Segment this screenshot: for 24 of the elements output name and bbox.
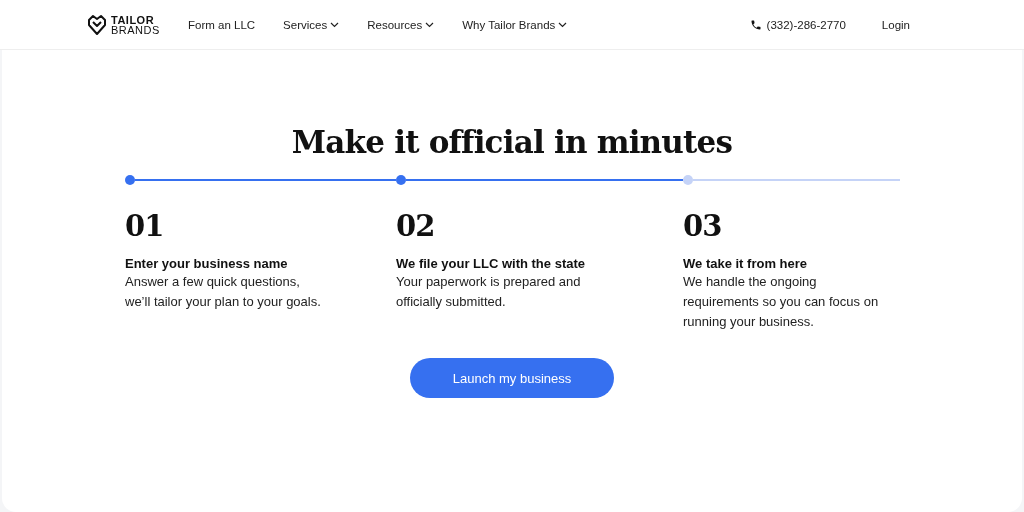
chevron-down-icon [330, 21, 340, 28]
step-title: We take it from here [683, 256, 809, 271]
step-number: 01 [125, 208, 165, 244]
step-description: Your paperwork is prepared and officially submitted. [396, 273, 582, 311]
nav-link[interactable]: Form an LLC [188, 18, 256, 31]
step-number: 03 [683, 208, 723, 244]
nav-link[interactable]: Resources [367, 18, 435, 31]
nav-link[interactable]: Why Tailor Brands [462, 18, 568, 31]
heart-crest-icon [86, 13, 108, 36]
chevron-down-icon [425, 21, 435, 28]
logo-wordmark[interactable]: TAILOR [111, 14, 160, 25]
launch-button[interactable]: Launch my business [410, 358, 614, 398]
login-link[interactable]: Login [881, 18, 910, 31]
section-heading: Make it official in minutes [291, 124, 733, 160]
step-title: Enter your business name [125, 256, 289, 271]
chevron-down-icon [558, 21, 568, 28]
step-description: Answer a few quick questions, we’ll tailor your plan to your goals. [125, 273, 322, 311]
step-title: We file your LLC with the state [396, 256, 586, 271]
step-description: We handle the ongoing requirements so you can focus on running your business. [683, 273, 880, 331]
step-number: 02 [396, 208, 436, 244]
logo-wordmark[interactable]: BRANDS [111, 24, 160, 35]
phone-link[interactable]: (332)-286-2770 [766, 18, 846, 31]
phone-icon [749, 18, 762, 31]
nav-link[interactable]: Services [283, 18, 340, 31]
